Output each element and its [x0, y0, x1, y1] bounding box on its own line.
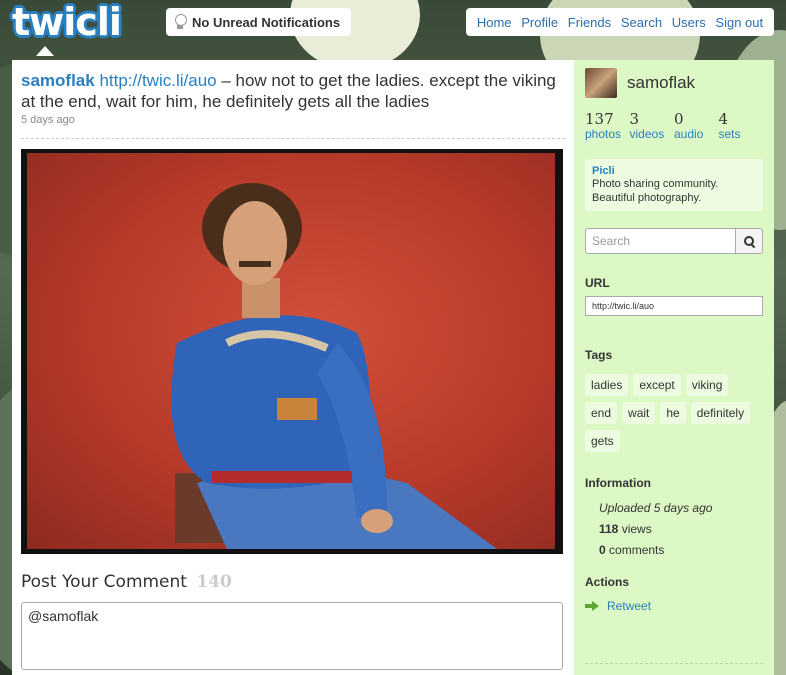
- url-heading: URL: [585, 276, 610, 290]
- stat-photos-label[interactable]: photos: [585, 127, 630, 141]
- actions-heading: Actions: [585, 575, 630, 589]
- nav-users[interactable]: Users: [672, 15, 706, 30]
- media-stats: 137 photos 3 videos 0 audio 4 sets: [585, 110, 764, 142]
- stat-audio-count: 0: [674, 110, 684, 128]
- logo-pointer: [36, 46, 54, 56]
- photo-face: [223, 201, 287, 285]
- photo-belt: [212, 471, 352, 483]
- search-input[interactable]: [585, 228, 735, 254]
- nav-home[interactable]: Home: [477, 15, 512, 30]
- sidebar-divider: [585, 663, 763, 664]
- sidebar: samoflak 137 photos 3 videos 0 audio 4 s…: [574, 60, 774, 675]
- tweet-username-link[interactable]: samoflak: [21, 71, 95, 90]
- tags-heading: Tags: [585, 348, 613, 362]
- sidebar-username[interactable]: samoflak: [627, 73, 695, 93]
- sidebar-profile: samoflak: [585, 68, 763, 98]
- tag-end[interactable]: end: [585, 402, 618, 424]
- tag-list: ladies except viking end wait he definit…: [585, 374, 765, 452]
- tag-gets[interactable]: gets: [585, 430, 620, 452]
- stat-photos[interactable]: 137 photos: [585, 110, 630, 142]
- divider: [21, 138, 565, 139]
- stat-videos-count: 3: [629, 110, 640, 128]
- picli-promo[interactable]: Picli Photo sharing community. Beautiful…: [585, 159, 763, 211]
- notifications-label: No Unread Notifications: [192, 14, 341, 30]
- stat-videos[interactable]: 3 videos: [629, 110, 675, 142]
- photo-hand: [361, 509, 393, 533]
- photo-frame: [27, 153, 555, 549]
- main-content: samoflak http://twic.li/auo – how not to…: [12, 60, 574, 675]
- uploaded-time: Uploaded 5 days ago: [599, 501, 713, 515]
- stat-sets-count: 4: [718, 110, 729, 128]
- retweet-arrow-icon: [585, 601, 599, 611]
- notifications-box[interactable]: No Unread Notifications: [166, 8, 351, 36]
- photo-shirt-logo: [277, 398, 317, 420]
- comments-number: 0: [599, 543, 606, 557]
- stat-sets[interactable]: 4 sets: [718, 110, 764, 142]
- lightbulb-icon: [174, 14, 187, 30]
- photo-illustration: [171, 183, 497, 549]
- stat-audio[interactable]: 0 audio: [674, 110, 719, 142]
- tag-definitely[interactable]: definitely: [690, 402, 751, 424]
- stat-photos-count: 137: [585, 110, 614, 128]
- tag-viking[interactable]: viking: [685, 374, 729, 396]
- sidebar-search: [585, 228, 763, 254]
- avatar[interactable]: [585, 68, 617, 98]
- tweet-timestamp: 5 days ago: [21, 114, 75, 126]
- twicli-logo[interactable]: twicli: [12, 2, 122, 42]
- url-field[interactable]: http://twic.li/auo: [585, 296, 763, 316]
- nav-friends[interactable]: Friends: [568, 15, 611, 30]
- picli-description: Photo sharing community. Beautiful photo…: [592, 178, 719, 204]
- stat-audio-label[interactable]: audio: [674, 127, 719, 141]
- retweet-button[interactable]: Retweet: [585, 599, 763, 613]
- views-count: 118 views: [599, 519, 763, 540]
- tweet-text: samoflak http://twic.li/auo – how not to…: [21, 70, 565, 112]
- comments-count: 0 comments: [599, 540, 763, 561]
- nav-sign-out[interactable]: Sign out: [715, 15, 763, 30]
- search-button[interactable]: [735, 228, 763, 254]
- tag-wait[interactable]: wait: [622, 402, 656, 424]
- retweet-label: Retweet: [607, 599, 652, 613]
- media-photo[interactable]: [21, 149, 563, 554]
- information-heading: Information: [585, 476, 651, 490]
- char-count: 140: [196, 572, 232, 592]
- photo-mustache: [239, 261, 271, 267]
- nav-search[interactable]: Search: [621, 15, 662, 30]
- nav-profile[interactable]: Profile: [521, 15, 558, 30]
- tweet-url-link[interactable]: http://twic.li/auo: [99, 71, 216, 90]
- picli-title[interactable]: Picli: [592, 165, 756, 177]
- views-label: views: [618, 522, 652, 536]
- stat-videos-label[interactable]: videos: [630, 127, 675, 141]
- tag-he[interactable]: he: [660, 402, 686, 424]
- tag-ladies[interactable]: ladies: [585, 374, 629, 396]
- search-icon: [743, 235, 755, 247]
- tag-except[interactable]: except: [633, 374, 681, 396]
- comment-input[interactable]: @samoflak: [21, 602, 563, 670]
- post-comment-heading: Post Your Comment 140: [21, 572, 565, 592]
- post-comment-title: Post Your Comment: [21, 572, 187, 592]
- comments-label: comments: [605, 543, 665, 557]
- top-nav: Home Profile Friends Search Users Sign o…: [466, 8, 774, 36]
- stat-sets-label[interactable]: sets: [719, 127, 764, 141]
- information-list: Uploaded 5 days ago 118 views 0 comments: [585, 498, 763, 561]
- views-number: 118: [599, 522, 619, 536]
